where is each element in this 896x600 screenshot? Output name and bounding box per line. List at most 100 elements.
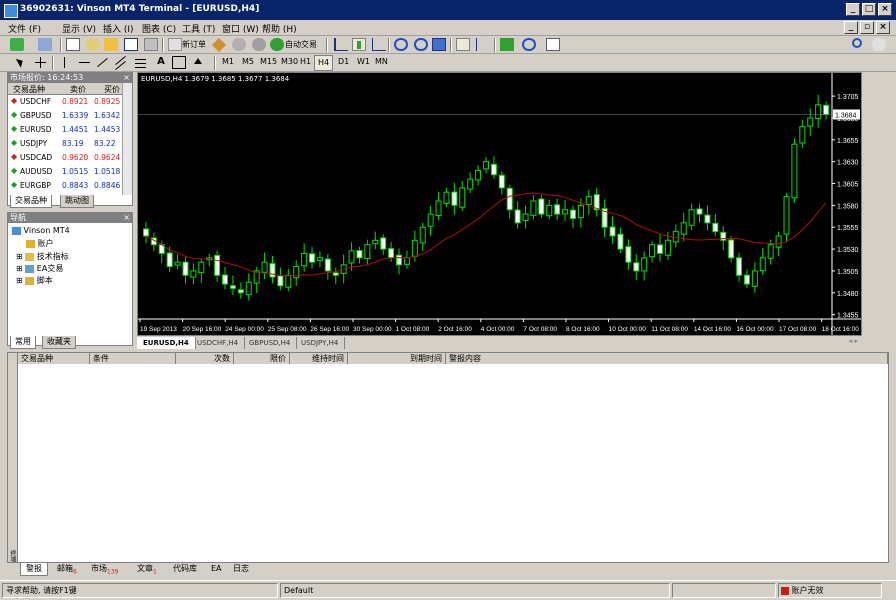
tf-h4[interactable]: H4 [314, 55, 334, 71]
mdi-minimize-button[interactable]: _ [844, 21, 858, 34]
signals-icon[interactable] [252, 38, 266, 51]
nav-expert-advisors[interactable]: ⊞ EA交易 [16, 263, 63, 274]
market-watch-icon[interactable] [66, 38, 80, 51]
terminal-icon[interactable] [124, 38, 138, 51]
arrows-icon[interactable] [192, 56, 206, 69]
nav-scripts[interactable]: ⊞ 脚本 [16, 275, 53, 286]
navigator-icon[interactable] [104, 38, 118, 51]
mdi-close-button[interactable]: × [876, 21, 890, 34]
chat-icon[interactable] [872, 38, 886, 51]
auto-scroll-icon[interactable] [456, 38, 470, 51]
chart-shift-icon[interactable] [476, 38, 490, 51]
zoom-out-icon[interactable] [414, 38, 428, 51]
menu-view[interactable]: 显示 (V) [62, 22, 96, 35]
market-row-gbpusd[interactable]: ◆ GBPUSD 1.6339 1.6342 [8, 109, 132, 122]
line-chart-icon[interactable] [372, 38, 386, 51]
candlestick-icon[interactable] [352, 38, 366, 51]
alerts-col-event[interactable]: 警报内容 [446, 353, 888, 364]
col-bid[interactable]: 卖价 [70, 84, 86, 95]
data-window-icon[interactable] [86, 38, 100, 51]
tf-m30[interactable]: M30 [281, 57, 298, 66]
chart-tab-usdjpy[interactable]: USDJPY,H4 [295, 337, 346, 349]
col-symbol[interactable]: 交易品种 [13, 84, 45, 95]
menu-insert[interactable]: 插入 (I) [103, 22, 134, 35]
channel-icon[interactable] [114, 55, 128, 71]
terminal-tab-4[interactable]: 代码库 [168, 563, 202, 575]
market-row-eurgbp[interactable]: ◆ EURGBP 0.8843 0.8846 [8, 179, 132, 192]
market-row-usdchf[interactable]: ◆ USDCHF 0.8921 0.8925 [8, 95, 132, 108]
nav-accounts[interactable]: 账户 [26, 238, 54, 249]
tab-scroll-arrows-icon[interactable]: ◂ ▸ [849, 337, 858, 345]
price-chart[interactable]: 1.37051.36801.36551.36301.36051.35801.35… [137, 72, 862, 336]
nav-indicators[interactable]: ⊞ 技术指标 [16, 251, 69, 262]
market-watch-close-icon[interactable]: × [123, 73, 130, 83]
options-icon[interactable] [232, 38, 246, 51]
menu-window[interactable]: 窗口 (W) [222, 22, 259, 35]
tester-icon[interactable] [144, 38, 158, 51]
periods-icon[interactable] [522, 38, 536, 51]
chart-tab-eurusd[interactable]: EURUSD,H4 [137, 337, 196, 349]
tf-m5[interactable]: M5 [242, 57, 254, 66]
search-icon[interactable] [852, 38, 862, 48]
tab-symbols[interactable]: 交易品种 [10, 195, 52, 208]
terminal-tab-5[interactable]: EA [206, 563, 227, 575]
new-order-button[interactable]: 新订单 [182, 39, 206, 50]
col-ask[interactable]: 买价 [104, 84, 120, 95]
alerts-col-limit[interactable]: 限价 [234, 353, 290, 364]
tf-mn[interactable]: MN [375, 57, 388, 66]
tf-d1[interactable]: D1 [338, 57, 349, 66]
terminal-tab-2[interactable]: 市场139 [86, 563, 123, 576]
alerts-col-expiration[interactable]: 到期时间 [348, 353, 446, 364]
navigator-close-icon[interactable]: × [123, 213, 130, 223]
terminal-tab-6[interactable]: 日志 [228, 563, 254, 575]
cursor-icon[interactable] [14, 56, 28, 69]
tab-favorites[interactable]: 收藏夹 [42, 336, 76, 349]
auto-trading-button[interactable]: 自动交易 [285, 39, 317, 50]
tf-m15[interactable]: M15 [260, 57, 277, 66]
menu-charts[interactable]: 图表 (C) [142, 22, 176, 35]
terminal-tab-0[interactable]: 警报 [20, 563, 48, 576]
fibonacci-icon[interactable] [134, 56, 148, 69]
zoom-in-icon[interactable] [394, 38, 408, 51]
auto-trading-icon[interactable] [270, 38, 284, 51]
market-row-eurusd[interactable]: ◆ EURUSD 1.4451 1.4453 [8, 123, 132, 136]
horizontal-line-icon[interactable] [78, 56, 92, 69]
alerts-col-timeout[interactable]: 维持时间 [290, 353, 348, 364]
tf-h1[interactable]: H1 [300, 57, 311, 66]
market-row-audusd[interactable]: ◆ AUDUSD 1.0515 1.0518 [8, 165, 132, 178]
tab-tick-chart[interactable]: 跳动图 [60, 195, 94, 208]
alerts-col-symbol[interactable]: 交易品种 [18, 353, 90, 364]
maximize-button[interactable]: □ [862, 3, 876, 16]
menu-file[interactable]: 文件 (F) [8, 22, 41, 35]
vertical-line-icon[interactable] [58, 56, 72, 69]
indicators-icon[interactable] [500, 38, 514, 51]
chart-tab-gbpusd[interactable]: GBPUSD,H4 [243, 337, 298, 349]
menu-help[interactable]: 帮助 (H) [262, 22, 297, 35]
menu-tools[interactable]: 工具 (T) [182, 22, 215, 35]
profiles-icon[interactable] [38, 38, 52, 51]
templates-icon[interactable] [546, 38, 560, 51]
candlestick-chart[interactable]: 1.37051.36801.36551.36301.36051.35801.35… [138, 73, 861, 335]
text-tool-icon[interactable]: A [154, 56, 168, 69]
new-order-icon[interactable] [168, 38, 182, 51]
terminal-tab-3[interactable]: 文章1 [132, 563, 162, 576]
close-button[interactable]: × [878, 3, 892, 16]
new-chart-icon[interactable] [10, 38, 24, 51]
crosshair-icon[interactable] [34, 56, 48, 69]
terminal-tab-1[interactable]: 邮箱6 [52, 563, 82, 576]
tf-w1[interactable]: W1 [357, 57, 370, 66]
bar-chart-icon[interactable] [334, 38, 348, 51]
metaeditor-icon[interactable] [211, 37, 227, 53]
chart-tab-usdchf[interactable]: USDCHF,H4 [191, 337, 246, 349]
alerts-col-counter[interactable]: 次数 [176, 353, 234, 364]
market-watch-scrollbar[interactable] [122, 83, 132, 195]
trendline-icon[interactable] [96, 56, 110, 69]
market-row-usdjpy[interactable]: ◆ USDJPY 83.19 83.22 [8, 137, 132, 150]
tile-windows-icon[interactable] [432, 38, 446, 51]
nav-root[interactable]: Vinson MT4 [12, 226, 70, 235]
text-label-icon[interactable] [172, 56, 186, 69]
alerts-col-condition[interactable]: 条件 [90, 353, 176, 364]
minimize-button[interactable]: _ [846, 3, 860, 16]
tf-m1[interactable]: M1 [222, 57, 234, 66]
mdi-restore-button[interactable]: ▫ [860, 21, 874, 34]
